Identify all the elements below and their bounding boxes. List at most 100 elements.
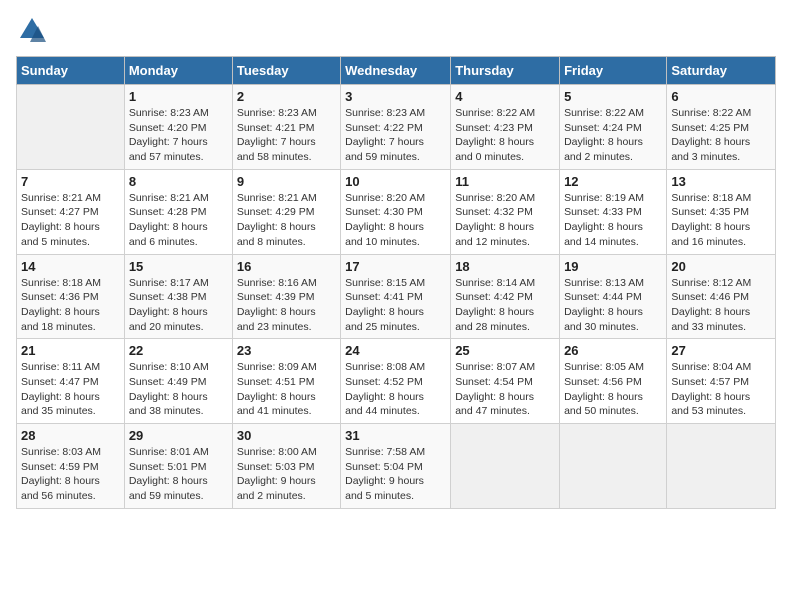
calendar-week-row: 21 Sunrise: 8:11 AM Sunset: 4:47 PM Dayli…	[17, 339, 776, 424]
day-of-week-header: Tuesday	[232, 57, 340, 85]
calendar-week-row: 14 Sunrise: 8:18 AM Sunset: 4:36 PM Dayli…	[17, 254, 776, 339]
day-info: Sunrise: 8:21 AM Sunset: 4:27 PM Dayligh…	[21, 191, 120, 250]
day-number: 18	[455, 259, 555, 274]
calendar-cell: 21 Sunrise: 8:11 AM Sunset: 4:47 PM Dayli…	[17, 339, 125, 424]
calendar-cell: 31 Sunrise: 7:58 AM Sunset: 5:04 PM Dayli…	[341, 424, 451, 509]
day-number: 22	[129, 343, 228, 358]
day-number: 15	[129, 259, 228, 274]
calendar-cell: 27 Sunrise: 8:04 AM Sunset: 4:57 PM Dayli…	[667, 339, 776, 424]
day-info: Sunrise: 8:15 AM Sunset: 4:41 PM Dayligh…	[345, 276, 446, 335]
day-info: Sunrise: 8:08 AM Sunset: 4:52 PM Dayligh…	[345, 360, 446, 419]
day-number: 25	[455, 343, 555, 358]
day-number: 11	[455, 174, 555, 189]
calendar-cell: 4Sunrise: 8:22 AM Sunset: 4:23 PM Daylig…	[451, 85, 560, 170]
logo-icon	[18, 16, 46, 44]
day-info: Sunrise: 8:17 AM Sunset: 4:38 PM Dayligh…	[129, 276, 228, 335]
day-number: 27	[671, 343, 771, 358]
day-info: Sunrise: 7:58 AM Sunset: 5:04 PM Dayligh…	[345, 445, 446, 504]
day-info: Sunrise: 8:10 AM Sunset: 4:49 PM Dayligh…	[129, 360, 228, 419]
day-number: 26	[564, 343, 662, 358]
day-number: 9	[237, 174, 336, 189]
calendar-cell: 28 Sunrise: 8:03 AM Sunset: 4:59 PM Dayli…	[17, 424, 125, 509]
calendar-cell: 7 Sunrise: 8:21 AM Sunset: 4:27 PM Daylig…	[17, 169, 125, 254]
day-number: 19	[564, 259, 662, 274]
calendar-header-row: SundayMondayTuesdayWednesdayThursdayFrid…	[17, 57, 776, 85]
day-info: Sunrise: 8:20 AM Sunset: 4:32 PM Dayligh…	[455, 191, 555, 250]
calendar-cell: 19 Sunrise: 8:13 AM Sunset: 4:44 PM Dayli…	[560, 254, 667, 339]
calendar-cell: 18 Sunrise: 8:14 AM Sunset: 4:42 PM Dayli…	[451, 254, 560, 339]
day-info: Sunrise: 8:23 AM Sunset: 4:21 PM Dayligh…	[237, 106, 336, 165]
day-number: 2	[237, 89, 336, 104]
calendar-cell: 2 Sunrise: 8:23 AM Sunset: 4:21 PM Daylig…	[232, 85, 340, 170]
day-info: Sunrise: 8:07 AM Sunset: 4:54 PM Dayligh…	[455, 360, 555, 419]
day-info: Sunrise: 8:09 AM Sunset: 4:51 PM Dayligh…	[237, 360, 336, 419]
calendar-cell: 8Sunrise: 8:21 AM Sunset: 4:28 PM Daylig…	[124, 169, 232, 254]
calendar-cell: 24 Sunrise: 8:08 AM Sunset: 4:52 PM Dayli…	[341, 339, 451, 424]
day-number: 28	[21, 428, 120, 443]
calendar-cell: 17Sunrise: 8:15 AM Sunset: 4:41 PM Dayli…	[341, 254, 451, 339]
calendar-cell: 9 Sunrise: 8:21 AM Sunset: 4:29 PM Daylig…	[232, 169, 340, 254]
day-info: Sunrise: 8:23 AM Sunset: 4:20 PM Dayligh…	[129, 106, 228, 165]
calendar-week-row: 1 Sunrise: 8:23 AM Sunset: 4:20 PM Daylig…	[17, 85, 776, 170]
day-info: Sunrise: 8:11 AM Sunset: 4:47 PM Dayligh…	[21, 360, 120, 419]
calendar-cell: 3 Sunrise: 8:23 AM Sunset: 4:22 PM Daylig…	[341, 85, 451, 170]
day-of-week-header: Saturday	[667, 57, 776, 85]
calendar-cell: 23Sunrise: 8:09 AM Sunset: 4:51 PM Dayli…	[232, 339, 340, 424]
day-info: Sunrise: 8:14 AM Sunset: 4:42 PM Dayligh…	[455, 276, 555, 335]
calendar-table: SundayMondayTuesdayWednesdayThursdayFrid…	[16, 56, 776, 509]
calendar-cell: 29Sunrise: 8:01 AM Sunset: 5:01 PM Dayli…	[124, 424, 232, 509]
day-info: Sunrise: 8:21 AM Sunset: 4:29 PM Dayligh…	[237, 191, 336, 250]
calendar-cell: 10 Sunrise: 8:20 AM Sunset: 4:30 PM Dayli…	[341, 169, 451, 254]
day-info: Sunrise: 8:22 AM Sunset: 4:25 PM Dayligh…	[671, 106, 771, 165]
calendar-cell: 25 Sunrise: 8:07 AM Sunset: 4:54 PM Dayli…	[451, 339, 560, 424]
day-number: 4	[455, 89, 555, 104]
day-info: Sunrise: 8:12 AM Sunset: 4:46 PM Dayligh…	[671, 276, 771, 335]
day-number: 12	[564, 174, 662, 189]
day-info: Sunrise: 8:23 AM Sunset: 4:22 PM Dayligh…	[345, 106, 446, 165]
day-number: 14	[21, 259, 120, 274]
day-info: Sunrise: 8:22 AM Sunset: 4:24 PM Dayligh…	[564, 106, 662, 165]
day-number: 16	[237, 259, 336, 274]
day-of-week-header: Sunday	[17, 57, 125, 85]
day-number: 1	[129, 89, 228, 104]
calendar-cell: 14 Sunrise: 8:18 AM Sunset: 4:36 PM Dayli…	[17, 254, 125, 339]
day-info: Sunrise: 8:18 AM Sunset: 4:36 PM Dayligh…	[21, 276, 120, 335]
page-header	[16, 16, 776, 44]
calendar-week-row: 7 Sunrise: 8:21 AM Sunset: 4:27 PM Daylig…	[17, 169, 776, 254]
day-number: 30	[237, 428, 336, 443]
day-of-week-header: Monday	[124, 57, 232, 85]
calendar-cell: 15 Sunrise: 8:17 AM Sunset: 4:38 PM Dayli…	[124, 254, 232, 339]
day-info: Sunrise: 8:20 AM Sunset: 4:30 PM Dayligh…	[345, 191, 446, 250]
calendar-cell: 1 Sunrise: 8:23 AM Sunset: 4:20 PM Daylig…	[124, 85, 232, 170]
day-info: Sunrise: 8:04 AM Sunset: 4:57 PM Dayligh…	[671, 360, 771, 419]
day-number: 10	[345, 174, 446, 189]
day-info: Sunrise: 8:21 AM Sunset: 4:28 PM Dayligh…	[129, 191, 228, 250]
day-number: 21	[21, 343, 120, 358]
calendar-cell: 11 Sunrise: 8:20 AM Sunset: 4:32 PM Dayli…	[451, 169, 560, 254]
calendar-cell	[451, 424, 560, 509]
calendar-cell: 30Sunrise: 8:00 AM Sunset: 5:03 PM Dayli…	[232, 424, 340, 509]
calendar-cell	[17, 85, 125, 170]
day-number: 13	[671, 174, 771, 189]
day-of-week-header: Friday	[560, 57, 667, 85]
day-info: Sunrise: 8:19 AM Sunset: 4:33 PM Dayligh…	[564, 191, 662, 250]
calendar-cell: 13 Sunrise: 8:18 AM Sunset: 4:35 PM Dayli…	[667, 169, 776, 254]
day-info: Sunrise: 8:18 AM Sunset: 4:35 PM Dayligh…	[671, 191, 771, 250]
calendar-cell	[667, 424, 776, 509]
day-info: Sunrise: 8:16 AM Sunset: 4:39 PM Dayligh…	[237, 276, 336, 335]
day-of-week-header: Thursday	[451, 57, 560, 85]
day-info: Sunrise: 8:13 AM Sunset: 4:44 PM Dayligh…	[564, 276, 662, 335]
day-number: 24	[345, 343, 446, 358]
calendar-cell: 26Sunrise: 8:05 AM Sunset: 4:56 PM Dayli…	[560, 339, 667, 424]
day-number: 7	[21, 174, 120, 189]
calendar-cell: 16 Sunrise: 8:16 AM Sunset: 4:39 PM Dayli…	[232, 254, 340, 339]
day-of-week-header: Wednesday	[341, 57, 451, 85]
calendar-cell	[560, 424, 667, 509]
calendar-cell: 22 Sunrise: 8:10 AM Sunset: 4:49 PM Dayli…	[124, 339, 232, 424]
day-number: 31	[345, 428, 446, 443]
day-number: 3	[345, 89, 446, 104]
day-info: Sunrise: 8:03 AM Sunset: 4:59 PM Dayligh…	[21, 445, 120, 504]
calendar-cell: 5Sunrise: 8:22 AM Sunset: 4:24 PM Daylig…	[560, 85, 667, 170]
day-number: 29	[129, 428, 228, 443]
calendar-cell: 6Sunrise: 8:22 AM Sunset: 4:25 PM Daylig…	[667, 85, 776, 170]
